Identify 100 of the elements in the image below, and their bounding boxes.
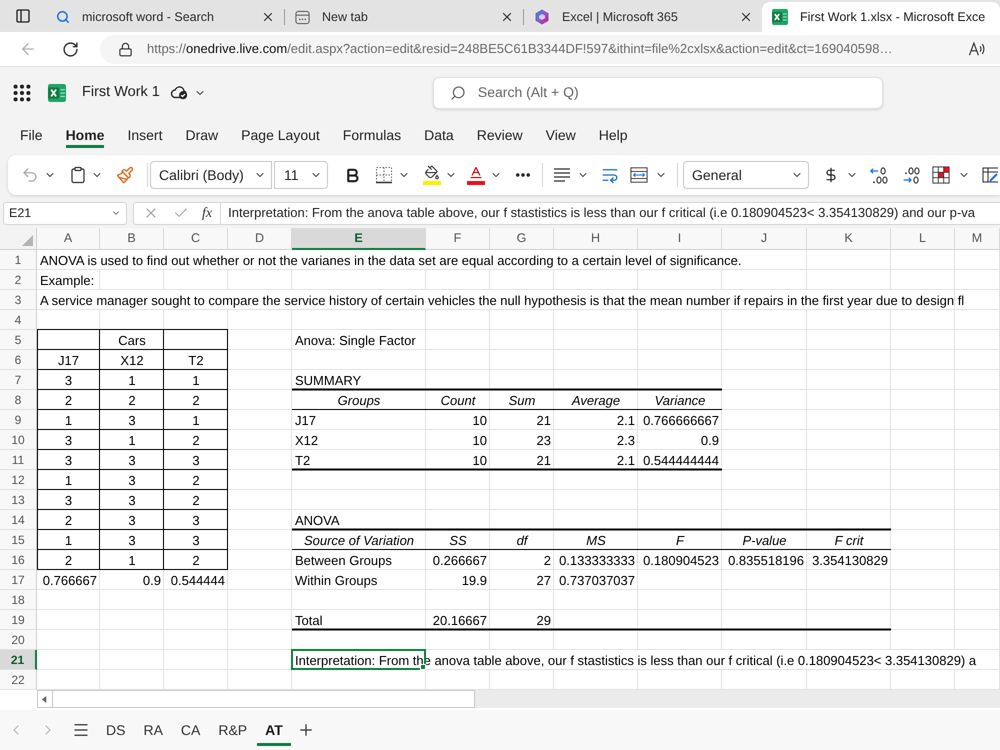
column-header[interactable]: H (554, 228, 638, 250)
row-header[interactable]: 13 (0, 490, 37, 510)
row-label: Within Groups (295, 574, 378, 586)
clipboard-icon[interactable] (69, 166, 87, 184)
address-field[interactable]: https://onedrive.live.com/edit.aspx?action=edit&resid=248BE5C61B3344DF!597&ithint=file%2cxlsx&action=edit&ct=169040598… (100, 34, 1000, 64)
row-header[interactable]: 15 (0, 530, 37, 550)
increase-decimal-icon[interactable] (869, 166, 889, 184)
row-header[interactable]: 1 (0, 250, 37, 270)
wrap-text-icon[interactable] (601, 166, 619, 184)
app-launcher-icon[interactable] (11, 82, 33, 104)
menu-tab[interactable]: Data (424, 122, 454, 148)
column-header[interactable]: B (100, 228, 164, 250)
menu-tab[interactable]: Review (476, 122, 523, 148)
section-title: Anova: Single Factor (295, 334, 416, 346)
menu-tab[interactable]: Insert (127, 122, 162, 148)
read-aloud-icon[interactable] (968, 41, 986, 57)
row-label: X12 (295, 434, 318, 446)
data-value: 2 (192, 434, 200, 446)
name-box[interactable]: E21 (3, 202, 127, 224)
refresh-icon[interactable] (62, 40, 79, 58)
data-value: 19.9 (462, 574, 487, 586)
row-header[interactable]: 8 (0, 390, 37, 410)
row-header[interactable]: 18 (0, 590, 37, 610)
row-header[interactable]: 9 (0, 410, 37, 430)
insert-function-button[interactable]: fx (202, 202, 212, 224)
browser-tab[interactable]: microsoft word - Search (46, 2, 284, 32)
column-header[interactable]: M (955, 228, 1000, 250)
menu-tab[interactable]: Draw (185, 122, 218, 148)
row-header[interactable]: 6 (0, 350, 37, 370)
row-header[interactable]: 10 (0, 430, 37, 450)
column-header[interactable]: I (638, 228, 722, 250)
lock-icon[interactable] (118, 42, 133, 56)
column-header[interactable]: L (891, 228, 955, 250)
cloud-check-icon[interactable] (170, 85, 188, 100)
close-icon[interactable] (739, 10, 753, 24)
close-icon[interactable] (261, 10, 275, 24)
sheet-tab[interactable]: CA (172, 714, 208, 746)
paintbrush-icon[interactable] (116, 166, 134, 184)
sheet-tab[interactable]: R&P (210, 714, 256, 746)
browser-tab[interactable]: First Work 1.xlsx - Microsoft Exce (762, 2, 1000, 32)
row-header[interactable]: 22 (0, 670, 37, 690)
column-heading: df (516, 534, 528, 546)
row-header[interactable]: 3 (0, 290, 37, 310)
menu-tab[interactable]: Page Layout (241, 122, 320, 148)
table-format-icon[interactable] (982, 165, 998, 185)
row-header[interactable]: 14 (0, 510, 37, 530)
column-heading: J17 (58, 354, 79, 366)
row-header[interactable]: 12 (0, 470, 37, 490)
borders-icon[interactable] (375, 166, 393, 184)
font-color-icon[interactable] (467, 165, 485, 185)
row-header[interactable]: 21 (0, 650, 37, 670)
row-header[interactable]: 19 (0, 610, 37, 630)
merge-cells-icon[interactable] (630, 166, 648, 184)
row-header[interactable]: 16 (0, 550, 37, 570)
sheet-tab[interactable]: DS (98, 714, 134, 746)
file-name[interactable]: First Work 1 (82, 82, 160, 104)
close-icon[interactable] (500, 10, 514, 24)
row-header[interactable]: 5 (0, 330, 37, 350)
font-name-field[interactable]: Calibri (Body) (150, 161, 272, 189)
menu-tab[interactable]: Formulas (342, 122, 402, 148)
menu-icon[interactable] (72, 721, 90, 739)
column-header[interactable]: E (292, 228, 426, 250)
fill-color-icon[interactable] (423, 165, 441, 185)
font-size-field[interactable]: 11 (274, 161, 328, 189)
sidebar-icon[interactable] (15, 8, 31, 24)
data-value: 29 (536, 614, 551, 626)
menu-tab[interactable]: Home (66, 122, 104, 148)
align-icon[interactable] (553, 166, 571, 184)
bold-icon[interactable] (344, 166, 361, 184)
conditional-format-icon[interactable] (932, 166, 950, 184)
sheet-tab[interactable]: RA (135, 714, 171, 746)
scroll-left-icon[interactable] (41, 696, 48, 702)
search-field[interactable]: Search (Alt + Q) (432, 76, 883, 108)
row-header[interactable]: 2 (0, 270, 37, 290)
row-header[interactable]: 17 (0, 570, 37, 590)
column-header[interactable]: A (37, 228, 100, 250)
menu-tab[interactable]: View (546, 122, 576, 148)
decrease-decimal-icon[interactable] (901, 166, 921, 184)
column-header[interactable]: G (490, 228, 554, 250)
formula-text[interactable]: Interpretation: From the anova table above, our f stastistics is less than our f critical (i.e 0.180904523< 3.354130829) and our p-va (228, 203, 975, 223)
row-header[interactable]: 11 (0, 450, 37, 470)
menu-tab[interactable]: File (20, 122, 43, 148)
browser-tab[interactable]: New tab (285, 2, 523, 32)
data-value: 3 (128, 534, 136, 546)
column-header[interactable]: K (807, 228, 891, 250)
menu-tab[interactable]: Help (598, 122, 628, 148)
browser-tab[interactable]: Excel | Microsoft 365 (524, 2, 762, 32)
column-heading: Groups (338, 394, 380, 406)
number-format-field[interactable]: General (683, 161, 809, 189)
horizontal-scrollbar[interactable] (37, 690, 1000, 708)
row-header[interactable]: 4 (0, 310, 37, 330)
column-header[interactable]: F (426, 228, 490, 250)
sheet-tab[interactable]: AT (257, 714, 291, 746)
column-header[interactable]: C (164, 228, 228, 250)
row-label: Total (295, 614, 322, 626)
row-header[interactable]: 20 (0, 630, 37, 650)
column-heading: F crit (834, 534, 864, 546)
column-header[interactable]: J (722, 228, 807, 250)
row-header[interactable]: 7 (0, 370, 37, 390)
column-header[interactable]: D (228, 228, 292, 250)
